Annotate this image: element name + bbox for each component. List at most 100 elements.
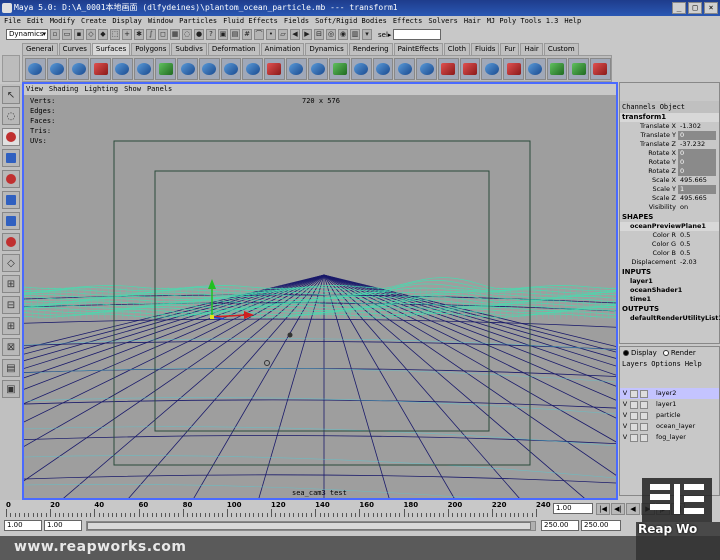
shelf-surface-tool-icon[interactable] (133, 57, 155, 80)
tab-painteffects[interactable]: PaintEffects (393, 43, 443, 55)
channel-value[interactable]: on (678, 203, 716, 212)
scale-tool-icon[interactable] (2, 191, 20, 209)
shelf-surface-tool-icon[interactable] (546, 57, 568, 80)
select-joints-icon[interactable]: ✱ (134, 29, 144, 40)
layer-menu-layers[interactable]: Layers (622, 359, 647, 370)
tab-surfaces[interactable]: Surfaces (91, 43, 131, 55)
maximize-button[interactable]: □ (688, 2, 702, 14)
go-to-start-button[interactable]: |◀ (596, 503, 610, 515)
move-tool-icon[interactable] (2, 149, 20, 167)
shelf-surface-tool-icon[interactable] (394, 57, 416, 80)
tab-dynamics[interactable]: Dynamics (305, 43, 348, 55)
shelf-surface-tool-icon[interactable] (46, 57, 68, 80)
layer-row[interactable]: Vlayer2 (620, 388, 719, 399)
hierarchy-mode-icon[interactable]: ◇ (86, 29, 96, 40)
paint-select-tool-icon[interactable] (2, 128, 20, 146)
layer-template-toggle[interactable] (630, 433, 638, 442)
display-radio[interactable]: Display (623, 347, 657, 359)
tab-fluids[interactable]: Fluids (471, 43, 500, 55)
hypershade-layout-icon[interactable]: ⊠ (2, 338, 20, 356)
shelf-surface-tool-icon[interactable] (264, 57, 285, 80)
shelf-surface-tool-icon[interactable] (459, 57, 481, 80)
tab-hair[interactable]: Hair (520, 43, 543, 55)
viewport-menu-view[interactable]: View (26, 84, 43, 95)
channel-scale-z[interactable]: Scale Z 495.665 (620, 194, 719, 203)
anim-start-field[interactable]: 1.00 (4, 520, 42, 531)
persp-hypershade-icon[interactable]: ▤ (2, 359, 20, 377)
menu-modify[interactable]: Modify (50, 16, 75, 27)
range-start-field[interactable]: 1.00 (44, 520, 82, 531)
last-tool-icon[interactable] (2, 233, 20, 251)
object-mode-icon[interactable]: ◆ (98, 29, 108, 40)
channel-menu-channels[interactable]: Channels (622, 101, 656, 113)
viewport-menu-shading[interactable]: Shading (49, 84, 79, 95)
tab-cloth[interactable]: Cloth (443, 43, 471, 55)
shelf-surface-tool-icon[interactable] (481, 57, 503, 80)
render-globals-icon[interactable]: ▥ (350, 29, 360, 40)
layer-row[interactable]: Vfog_layer (620, 432, 719, 443)
shelf-surface-tool-icon[interactable] (285, 57, 307, 80)
history-input-icon[interactable]: ◀ (290, 29, 300, 40)
select-misc-icon[interactable]: ? (206, 29, 216, 40)
tab-custom[interactable]: Custom (543, 43, 579, 55)
menu-mj-poly-tools-1-3[interactable]: MJ Poly Tools 1.3 (487, 16, 559, 27)
channel-rotate-x[interactable]: Rotate X0 (620, 149, 719, 158)
shape-name[interactable]: oceanPreviewPlane1 (620, 222, 719, 231)
ipr-render-icon[interactable]: ◉ (338, 29, 348, 40)
history-output-icon[interactable]: ▶ (302, 29, 312, 40)
channel-value[interactable]: 0.5 (678, 231, 716, 240)
channel-visibility[interactable]: Visibility on (620, 203, 719, 212)
menu-solvers[interactable]: Solvers (428, 16, 458, 27)
shape-displacement[interactable]: Displacement -2.03 (620, 258, 719, 267)
channel-value[interactable]: 0 (678, 158, 716, 167)
input-node[interactable]: layer1 (620, 277, 719, 286)
layer-color-swatch[interactable] (640, 411, 648, 420)
shelf-surface-tool-icon[interactable] (68, 57, 90, 80)
channel-scale-x[interactable]: Scale X 495.665 (620, 176, 719, 185)
shelf-surface-tool-icon[interactable] (198, 57, 220, 80)
layer-name[interactable]: fog_layer (650, 432, 686, 443)
channel-value[interactable]: 0 (678, 167, 716, 176)
shelf-surface-tool-icon[interactable] (372, 57, 394, 80)
channel-rotate-y[interactable]: Rotate Y0 (620, 158, 719, 167)
new-scene-icon[interactable]: ▫ (50, 29, 60, 40)
channel-value[interactable]: 0 (678, 149, 716, 158)
channel-value[interactable]: 495.665 (678, 194, 716, 203)
range-end-field[interactable]: 250.00 (541, 520, 579, 531)
tab-polygons[interactable]: Polygons (131, 43, 171, 55)
viewport-menu-panels[interactable]: Panels (147, 84, 172, 95)
select-render-icon[interactable]: ● (194, 29, 204, 40)
layer-color-swatch[interactable] (640, 389, 648, 398)
render-radio[interactable]: Render (662, 347, 696, 359)
persp-graph-icon[interactable]: ⊞ (2, 317, 20, 335)
layer-visibility-toggle[interactable]: V (620, 410, 630, 421)
render-icon[interactable]: ◎ (326, 29, 336, 40)
channel-value[interactable]: 1 (678, 185, 716, 194)
menu-help[interactable]: Help (564, 16, 581, 27)
layer-name[interactable]: ocean_layer (650, 421, 695, 432)
highlight-selection-icon[interactable]: ▤ (230, 29, 240, 40)
shape-color-r[interactable]: Color R 0.5 (620, 231, 719, 240)
shelf-surface-tool-icon[interactable] (416, 57, 437, 80)
menu-hair[interactable]: Hair (464, 16, 481, 27)
anim-end-field[interactable]: 250.00 (581, 520, 621, 531)
snap-plane-icon[interactable]: ▱ (278, 29, 288, 40)
shelf-surface-tool-icon[interactable] (590, 57, 611, 80)
tab-subdivs[interactable]: Subdivs (171, 43, 207, 55)
select-deformers-icon[interactable]: ▦ (170, 29, 180, 40)
menu-fluid-effects[interactable]: Fluid Effects (223, 16, 278, 27)
shelf-surface-tool-icon[interactable] (351, 57, 372, 80)
menu-file[interactable]: File (4, 16, 21, 27)
four-view-icon[interactable]: ⊞ (2, 275, 20, 293)
layer-row[interactable]: Vparticle (620, 410, 719, 421)
menuset-dropdown[interactable]: Dynamics (6, 29, 48, 40)
shelf-surface-tool-icon[interactable] (155, 57, 177, 80)
layer-template-toggle[interactable] (630, 422, 638, 431)
snap-point-icon[interactable]: • (266, 29, 276, 40)
step-back-button[interactable]: ◀| (611, 503, 625, 515)
layer-menu-options[interactable]: Options (651, 359, 681, 370)
shelf-surface-tool-icon[interactable] (25, 57, 46, 80)
menu-effects[interactable]: Effects (393, 16, 423, 27)
range-knob[interactable] (87, 522, 531, 530)
layer-color-swatch[interactable] (640, 433, 648, 442)
